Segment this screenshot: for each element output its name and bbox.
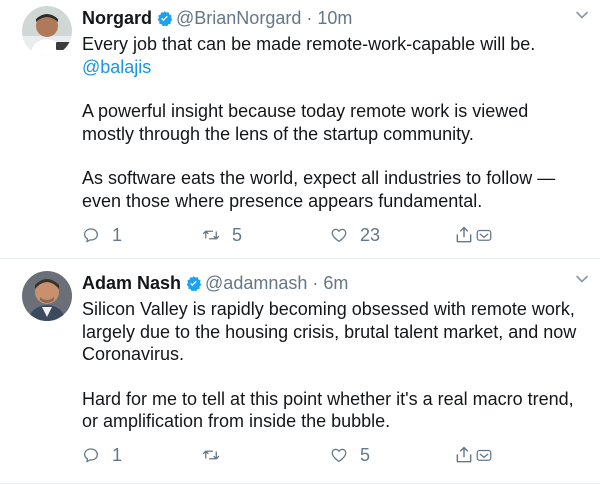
tweet-text-line: Every job that can be made remote-work-c… xyxy=(82,34,536,54)
display-name[interactable]: Norgard xyxy=(82,8,152,28)
display-name[interactable]: Adam Nash xyxy=(82,273,181,293)
timestamp[interactable]: 6m xyxy=(323,273,348,293)
reply-icon xyxy=(83,448,99,463)
verified-badge-icon xyxy=(157,11,173,27)
like-button[interactable]: 5 xyxy=(330,442,370,468)
tweet-paragraph: A powerful insight because today remote … xyxy=(82,101,529,144)
separator-dot: · xyxy=(306,8,313,28)
separator-dot: · xyxy=(312,273,319,293)
share-icon xyxy=(456,226,472,243)
like-count: 5 xyxy=(360,444,371,465)
tweet-text: Silicon Valley is rapidly becoming obses… xyxy=(82,298,582,433)
tweet-paragraph: As software eats the world, expect all i… xyxy=(82,168,556,211)
like-count: 23 xyxy=(360,224,381,245)
retweet-button[interactable] xyxy=(202,442,232,468)
retweet-icon xyxy=(202,450,220,460)
tweet-header: Adam Nash @adamnash · 6m xyxy=(82,272,570,294)
chevron-down-icon[interactable] xyxy=(574,7,590,23)
tweet-paragraph: Silicon Valley is rapidly becoming obses… xyxy=(82,299,577,365)
tweet-paragraph: Hard for me to tell at this point whethe… xyxy=(82,388,574,432)
share-icon xyxy=(456,446,472,463)
dm-envelope-icon[interactable] xyxy=(475,446,493,464)
retweet-count: 5 xyxy=(232,224,243,245)
retweet-button[interactable]: 5 xyxy=(202,222,242,248)
avatar[interactable] xyxy=(22,6,72,56)
user-handle[interactable]: @BrianNorgard xyxy=(176,8,301,28)
tweet-adam-nash[interactable]: Adam Nash @adamnash · 6m Silicon Valley i… xyxy=(0,259,600,484)
reply-count: 1 xyxy=(112,444,123,465)
mention-link[interactable]: @balajis xyxy=(82,57,151,77)
like-button[interactable]: 23 xyxy=(330,222,380,248)
timeline: Norgard @BrianNorgard · 10m Every job tha… xyxy=(0,0,600,484)
like-icon xyxy=(331,448,347,463)
reply-icon xyxy=(83,228,99,243)
avatar[interactable] xyxy=(22,271,72,321)
tweet-actions: 1 5 xyxy=(82,442,600,468)
timestamp[interactable]: 10m xyxy=(317,8,352,28)
user-handle[interactable]: @adamnash xyxy=(205,273,307,293)
reply-count: 1 xyxy=(112,224,123,245)
tweet-header: Norgard @BrianNorgard · 10m xyxy=(82,7,570,29)
retweet-icon xyxy=(202,230,220,240)
verified-badge-icon xyxy=(186,276,202,292)
tweet-actions: 1 5 23 xyxy=(82,222,600,248)
reply-button[interactable]: 1 xyxy=(82,222,122,248)
dm-envelope-icon[interactable] xyxy=(475,226,493,244)
tweet-text: Every job that can be made remote-work-c… xyxy=(82,33,582,213)
reply-button[interactable]: 1 xyxy=(82,442,122,468)
chevron-down-icon[interactable] xyxy=(574,271,590,287)
share-button[interactable] xyxy=(454,222,493,248)
tweet-norgard[interactable]: Norgard @BrianNorgard · 10m Every job tha… xyxy=(0,0,600,259)
share-button[interactable] xyxy=(454,442,493,468)
like-icon xyxy=(331,228,347,243)
